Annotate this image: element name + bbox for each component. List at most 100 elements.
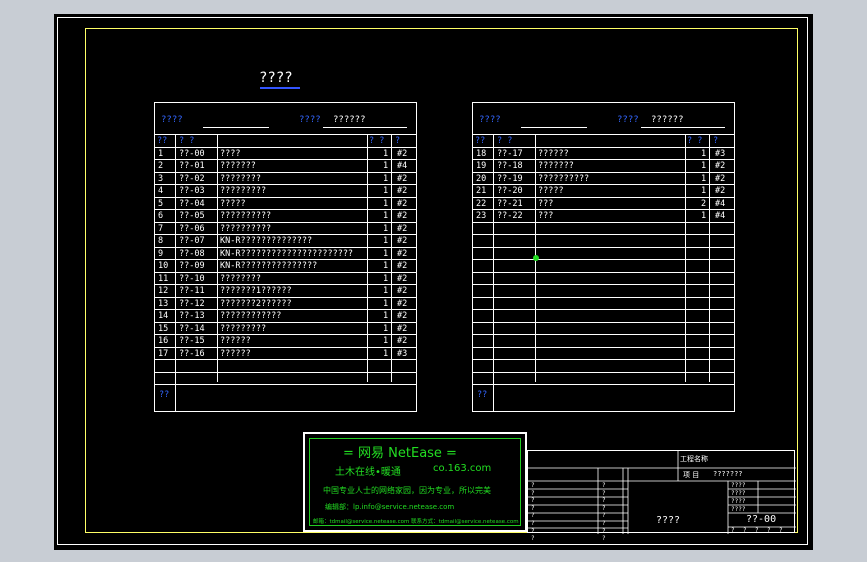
- row-name: ???????1??????: [220, 286, 292, 296]
- left-header-label-2: ????: [299, 115, 321, 125]
- row-no: 20: [476, 173, 487, 184]
- project-name-label: 工程名称: [680, 455, 708, 463]
- title-block-bottom-label: ?: [767, 527, 771, 534]
- drawing-sheet: ???? ???? ???? ?????? ??? ?? ?? 1 ??-00???…: [54, 14, 813, 550]
- row-size: #3: [715, 148, 726, 159]
- row-size: #2: [397, 186, 408, 196]
- row-no: 15: [158, 323, 169, 334]
- row-name: ??????: [220, 336, 251, 346]
- right-drawing-list-table: ???? ???? ?????? ??? ?? ?? 18 ??-17?????? 1…: [472, 102, 735, 412]
- table-row: [473, 309, 734, 322]
- row-code: ??-18: [497, 161, 523, 171]
- row-size: #2: [715, 173, 726, 184]
- row-code: ??-00: [179, 148, 205, 159]
- item-value: ???????: [713, 470, 743, 478]
- row-size: #2: [397, 148, 408, 159]
- row-no: 9: [158, 248, 164, 259]
- row-name: ????????????: [220, 311, 282, 321]
- table-row: 4 ??-03????????? 1 #2: [155, 184, 416, 197]
- row-size: #2: [397, 248, 408, 259]
- stamp-line-3: 中国专业人士的网络家园，因为专业，所以完美: [323, 486, 491, 495]
- table-row: [473, 371, 734, 385]
- table-row: [473, 284, 734, 297]
- row-code: ??-01: [179, 161, 205, 171]
- row-name: ??????????: [220, 223, 272, 234]
- row-size: #2: [397, 173, 408, 184]
- table-row: 8 ??-07 KN-R?????????????? 1 #2: [155, 234, 416, 247]
- row-code: ??-08: [179, 248, 205, 259]
- table-row: 18 ??-17?????? 1 #3: [473, 146, 734, 160]
- right_table-header-col-no: ??: [475, 136, 486, 146]
- row-name: ???????: [220, 161, 256, 171]
- table-row: 9 ??-08 KN-R?????????????????????? 1 #2: [155, 246, 416, 260]
- title-block-right-label: ????: [731, 482, 746, 489]
- row-no: 1: [158, 148, 164, 159]
- row-count: 1: [383, 223, 389, 234]
- row-count: 1: [701, 173, 707, 184]
- row-name: ?????: [538, 186, 564, 196]
- title-block-left-label: ?: [531, 482, 535, 489]
- row-count: 1: [383, 198, 389, 209]
- row-code: ??-04: [179, 198, 205, 209]
- table-row: 13 ??-12 ???????2?????? 1 #2: [155, 296, 416, 310]
- table-row: 19 ??-18??????? 1 #2: [473, 159, 734, 172]
- left_table-column-header-row: ?? ? ? ? ??: [155, 134, 416, 147]
- title-block-left-label: ?: [531, 504, 535, 512]
- row-count: 2: [701, 198, 707, 209]
- title-block-mid-label: ?: [602, 489, 606, 497]
- row-name: ??????????: [220, 211, 272, 221]
- table-row: 1 ??-00???? 1 #2: [155, 146, 416, 160]
- row-code: ??-13: [179, 311, 205, 321]
- row-count: 1: [383, 261, 389, 271]
- right_table-header-col-count: ? ?: [687, 136, 703, 146]
- row-count: 1: [383, 311, 389, 321]
- row-code: ??-03: [179, 186, 205, 196]
- right-header-label-2: ????: [617, 115, 639, 125]
- title-block-bottom-label: ?: [731, 527, 735, 534]
- table-row: [155, 371, 416, 385]
- stamp-line-1: = 网易 NetEase =: [343, 446, 457, 461]
- title-block-mid-label: ?: [602, 535, 606, 543]
- row-code: ??-21: [497, 198, 523, 209]
- row-name: KN-R???????????????: [220, 261, 318, 271]
- title-block-mid-label: ?: [602, 527, 606, 535]
- title-underline: [260, 87, 300, 89]
- row-count: 1: [383, 248, 389, 259]
- row-size: #2: [397, 236, 408, 246]
- right_table-footer-label: ??: [477, 390, 488, 400]
- row-name: ??????: [220, 348, 251, 359]
- right-header-value-2: ??????: [651, 115, 684, 125]
- item-label: 项 目: [683, 471, 700, 479]
- row-no: 10: [158, 261, 169, 271]
- table-row: 12 ??-11 ???????1?????? 1 #2: [155, 284, 416, 297]
- left_table-header-col-code: ? ?: [179, 136, 195, 146]
- row-no: 4: [158, 186, 164, 196]
- title-block-mid-label: ?: [602, 482, 606, 489]
- right-header-underline-2: [641, 127, 725, 128]
- row-code: ??-14: [179, 323, 205, 334]
- row-no: 12: [158, 286, 169, 296]
- row-code: ??-12: [179, 298, 205, 309]
- row-size: #2: [397, 211, 408, 221]
- title-block-left-label: ?: [531, 527, 535, 535]
- row-count: 1: [383, 298, 389, 309]
- drawing-number: ??-00: [746, 514, 777, 525]
- title-block-right-label: ????: [731, 498, 746, 505]
- row-no: 8: [158, 236, 164, 246]
- row-size: #4: [715, 198, 726, 209]
- row-no: 3: [158, 173, 164, 184]
- title-block-left-label: ?: [531, 520, 535, 527]
- row-size: #2: [715, 161, 726, 171]
- row-name: ?????????: [220, 323, 267, 334]
- title-block-right-label: ????: [731, 490, 746, 497]
- table-row: 23 ??-22??? 1 #4: [473, 209, 734, 222]
- row-no: 7: [158, 223, 164, 234]
- row-code: ??-15: [179, 336, 205, 346]
- left-drawing-list-table: ???? ???? ?????? ??? ?? ?? 1 ??-00???? 1 #2 2…: [154, 102, 417, 412]
- page-title: ????: [259, 70, 293, 86]
- row-code: ??-05: [179, 211, 205, 221]
- title-block-mid-label: ?: [602, 520, 606, 527]
- stamp-line-5: 邮箱：tdmail@service.netease.com 联系方式：tdmai…: [313, 519, 519, 525]
- right_table-footer: ??: [473, 384, 734, 411]
- table-row: 15 ??-14????????? 1 #2: [155, 321, 416, 335]
